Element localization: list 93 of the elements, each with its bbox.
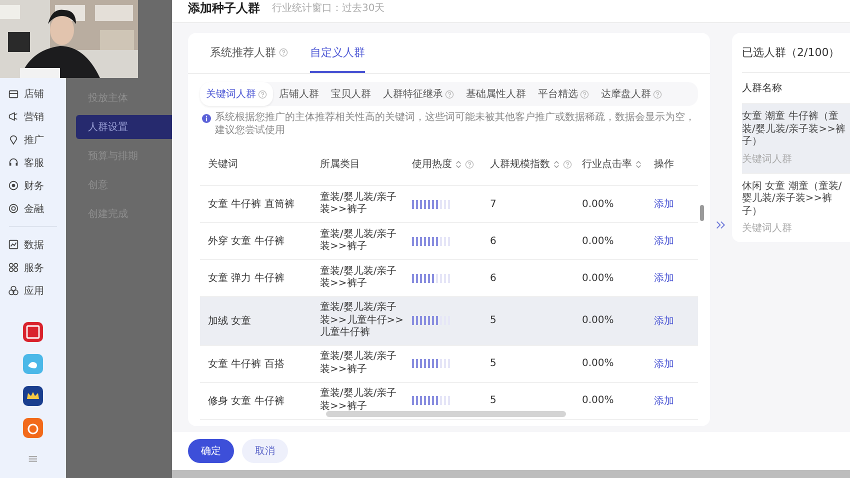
sort-icon[interactable] <box>635 160 642 168</box>
nav-label[interactable]: 客服 <box>24 156 44 170</box>
column-header: 人群名称 <box>742 82 782 95</box>
category-cell-text: 童装/婴儿装/亲子装>>裤子 <box>320 351 398 376</box>
add-link[interactable]: 添加 <box>654 197 674 211</box>
confirm-button[interactable]: 确定 <box>188 439 234 463</box>
grid-icon[interactable] <box>8 262 19 273</box>
ctr-cell: 0.00% <box>582 198 614 210</box>
cubes-icon[interactable] <box>8 285 19 296</box>
keyword-cell-text: 女童 牛仔裤 直筒裤 <box>208 198 294 211</box>
filter-tab[interactable]: 平台精选 <box>532 82 595 106</box>
add-link[interactable]: 添加 <box>654 314 674 328</box>
ctr-cell: 0.00% <box>582 236 614 246</box>
category-cell: 童装/婴儿装/亲子装>>儿童牛仔>>儿童牛仔裤 <box>320 302 404 340</box>
filter-tab[interactable]: 达摩盘人群 <box>595 82 668 106</box>
nav-label[interactable]: 应用 <box>24 284 44 298</box>
vertical-scrollbar[interactable] <box>700 205 704 221</box>
chart-icon[interactable] <box>8 239 19 250</box>
add-link[interactable]: 添加 <box>654 394 674 408</box>
ctr-cell: 0.00% <box>582 315 614 326</box>
coin-icon[interactable] <box>8 180 19 191</box>
filter-tab[interactable]: 人群特征继承 <box>377 82 460 106</box>
keyword-cell-text: 女童 弹力 牛仔裤 <box>208 272 284 285</box>
scale-cell: 5 <box>490 358 496 369</box>
ctr-cell: 0.00% <box>582 358 614 369</box>
horizontal-scrollbar[interactable] <box>326 410 566 416</box>
nav-label[interactable]: 营销 <box>24 110 44 124</box>
drawer-title: 添加种子人群 <box>188 0 260 17</box>
audience-type: 关键词人群 <box>742 152 793 166</box>
help-icon[interactable] <box>258 90 267 98</box>
scale-cell: 6 <box>490 236 496 246</box>
panel-title: 已选人群（2/100） <box>742 45 841 61</box>
tab[interactable]: 系统推荐人群 <box>210 33 288 73</box>
double-chevron-icon[interactable] <box>716 220 726 230</box>
sort-icon[interactable] <box>553 160 560 168</box>
column-header: 行业点击率 <box>582 158 632 171</box>
info-icon <box>202 114 211 123</box>
help-icon[interactable] <box>465 160 474 168</box>
scale-cell: 7 <box>490 198 496 210</box>
add-link[interactable]: 添加 <box>654 271 674 285</box>
nav-label[interactable]: 财务 <box>24 178 44 192</box>
nav-label[interactable]: 店铺 <box>24 86 44 100</box>
column-header: 操作 <box>654 158 674 171</box>
column-header: 关键词 <box>208 158 238 171</box>
category-cell-text: 童装/婴儿装/亲子装>>裤子 <box>320 388 398 413</box>
target-icon[interactable] <box>8 203 19 214</box>
help-icon[interactable] <box>580 90 589 98</box>
notice-text: 系统根据您推广的主体推荐相关性高的关键词，这些词可能未被其他客户推广或数据稀疏，数据会显示为空，建议您尝试使用 <box>215 112 696 137</box>
category-cell-text: 童装/婴儿装/亲子装>>裤子 <box>320 266 398 290</box>
nav-label[interactable]: 服务 <box>24 260 44 274</box>
bird-app-icon[interactable] <box>23 354 43 374</box>
shop-icon[interactable] <box>8 88 19 99</box>
nav-label[interactable]: 金融 <box>24 202 44 216</box>
help-icon[interactable] <box>563 160 572 168</box>
keyword-cell-text: 修身 女童 牛仔裤 <box>208 394 284 408</box>
column-header: 所属类目 <box>320 158 360 171</box>
tab[interactable]: 自定义人群 <box>310 33 365 73</box>
category-cell-text: 童装/婴儿装/亲子装>>裤子 <box>320 192 398 216</box>
ctr-cell: 0.00% <box>582 272 614 284</box>
promo-app-icon[interactable] <box>23 322 43 342</box>
drawer-subtitle: 行业统计窗口：过去30天 <box>272 2 385 15</box>
column-header: 使用热度 <box>412 158 452 171</box>
crown-app-icon[interactable] <box>23 386 43 406</box>
step-item[interactable]: 人群设置 <box>76 115 172 139</box>
audience-name: 休闲 女童 潮童（童装/婴儿装/亲子装>>裤子） <box>742 180 843 218</box>
keyword-cell-text: 女童 牛仔裤 百搭 <box>208 358 284 370</box>
add-link[interactable]: 添加 <box>654 234 674 248</box>
location-pin-icon[interactable] <box>8 134 19 145</box>
help-icon[interactable] <box>279 48 288 56</box>
add-link[interactable]: 添加 <box>654 356 674 370</box>
audience-type: 关键词人群 <box>742 222 793 235</box>
ring-app-icon[interactable] <box>23 418 43 438</box>
help-icon[interactable] <box>445 90 454 98</box>
scale-cell: 5 <box>490 395 496 406</box>
ctr-cell: 0.00% <box>582 395 614 406</box>
nav-label[interactable]: 数据 <box>24 238 44 252</box>
help-icon[interactable] <box>653 90 662 98</box>
keyword-cell-text: 加绒 女童 <box>208 314 252 328</box>
filter-tab[interactable]: 店铺人群 <box>273 82 325 106</box>
headset-icon[interactable] <box>8 157 19 168</box>
column-header: 人群规模指数 <box>490 158 550 171</box>
audience-name: 女童 潮童 牛仔裤（童装/婴儿装/亲子装>>裤子） <box>742 111 846 148</box>
filter-tab[interactable]: 基础属性人群 <box>460 82 532 106</box>
scale-cell: 5 <box>490 315 496 326</box>
scale-cell: 6 <box>490 272 496 284</box>
filter-tab[interactable]: 宝贝人群 <box>325 82 377 106</box>
cancel-button[interactable]: 取消 <box>242 439 288 463</box>
megaphone-icon[interactable] <box>8 111 19 122</box>
category-cell-text: 童装/婴儿装/亲子装>>裤子 <box>320 228 398 254</box>
sort-icon[interactable] <box>455 160 462 168</box>
keyword-cell-text: 外穿 女童 牛仔裤 <box>208 234 284 248</box>
filter-tab[interactable]: 关键词人群 <box>200 82 273 106</box>
nav-label[interactable]: 推广 <box>24 132 44 146</box>
